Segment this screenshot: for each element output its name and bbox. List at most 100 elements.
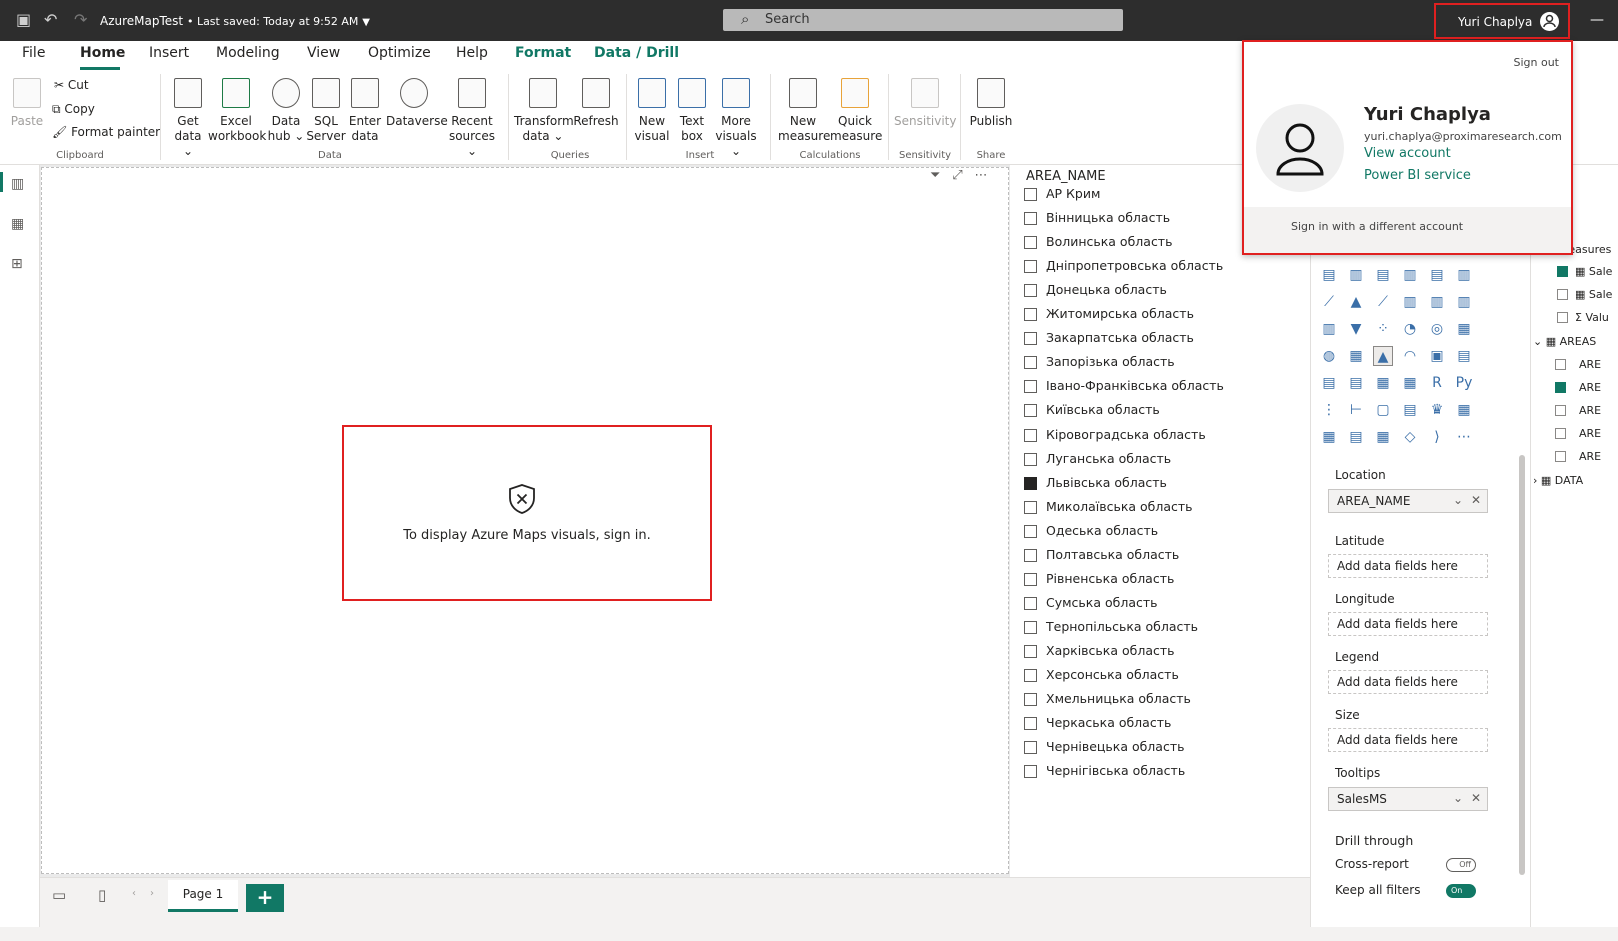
visual-type-icon[interactable]: ◔ bbox=[1400, 319, 1420, 339]
visual-type-icon[interactable]: ▤ bbox=[1346, 373, 1366, 393]
cut-button[interactable]: ✂ Cut bbox=[54, 78, 89, 92]
visual-type-icon[interactable]: ▤ bbox=[1319, 265, 1339, 285]
new-visual-button[interactable]: New visual bbox=[632, 78, 672, 144]
add-page-button[interactable]: + bbox=[246, 884, 284, 912]
visual-type-icon[interactable]: ▣ bbox=[1427, 346, 1447, 366]
tab-modeling[interactable]: Modeling bbox=[216, 45, 280, 61]
publish-button[interactable]: Publish bbox=[966, 78, 1016, 129]
checkbox[interactable] bbox=[1024, 188, 1037, 201]
checkbox[interactable] bbox=[1024, 548, 1037, 562]
checkbox[interactable] bbox=[1555, 405, 1566, 416]
minimize-button[interactable]: — bbox=[1590, 12, 1604, 28]
visual-type-icon[interactable]: ▥ bbox=[1319, 319, 1339, 339]
size-field[interactable]: Add data fields here bbox=[1328, 728, 1488, 752]
save-icon[interactable]: ▣ bbox=[16, 10, 31, 29]
close-icon[interactable]: ✕ bbox=[1471, 791, 1481, 805]
dataverse-button[interactable]: Dataverse bbox=[386, 78, 448, 129]
checkbox[interactable] bbox=[1024, 476, 1037, 490]
visual-type-icon[interactable]: ▥ bbox=[1454, 265, 1474, 285]
azure-map-visual[interactable]: To display Azure Maps visuals, sign in. bbox=[342, 425, 712, 601]
visual-type-icon[interactable]: ◠ bbox=[1400, 346, 1420, 366]
visual-type-icon[interactable]: ▦ bbox=[1346, 346, 1366, 366]
visual-type-icon[interactable]: ▼ bbox=[1346, 319, 1366, 339]
visual-type-icon[interactable]: ▦ bbox=[1373, 427, 1393, 447]
visual-type-icon[interactable]: ⟋ bbox=[1373, 292, 1393, 312]
checkbox[interactable] bbox=[1555, 359, 1566, 370]
chevron-down-icon[interactable]: ⌄ bbox=[1453, 493, 1463, 507]
checkbox[interactable] bbox=[1024, 356, 1037, 370]
more-options-icon[interactable]: ⋯ bbox=[974, 168, 987, 183]
visual-type-icon[interactable]: ▦ bbox=[1373, 373, 1393, 393]
visual-type-icon[interactable]: ▤ bbox=[1454, 346, 1474, 366]
get-data-button[interactable]: Get data ⌄ bbox=[168, 78, 208, 159]
location-field[interactable]: AREA_NAME ⌄ ✕ bbox=[1328, 489, 1488, 513]
field-value[interactable]: Valu bbox=[1585, 311, 1608, 324]
field-sales-2[interactable]: Sale bbox=[1589, 288, 1613, 301]
recent-sources-button[interactable]: Recent sources ⌄ bbox=[444, 78, 500, 159]
tab-home[interactable]: Home bbox=[80, 45, 125, 61]
field-sales-1[interactable]: Sale bbox=[1589, 265, 1613, 278]
close-icon[interactable]: ✕ bbox=[1471, 493, 1481, 507]
checkbox[interactable] bbox=[1024, 669, 1037, 682]
checkbox[interactable] bbox=[1024, 741, 1037, 755]
checkbox[interactable] bbox=[1024, 308, 1037, 322]
page-tab-1[interactable]: Page 1 bbox=[168, 880, 238, 912]
visual-type-icon[interactable]: ▥ bbox=[1454, 292, 1474, 312]
checkbox[interactable] bbox=[1024, 380, 1037, 394]
checkbox[interactable] bbox=[1024, 500, 1037, 514]
chevron-down-icon[interactable]: ⌄ bbox=[1453, 791, 1463, 805]
redo-icon[interactable]: ↷ bbox=[74, 10, 87, 29]
checkbox[interactable] bbox=[1024, 572, 1037, 586]
table-view-icon[interactable]: ▦ bbox=[11, 216, 29, 232]
tab-data-drill[interactable]: Data / Drill bbox=[594, 45, 679, 61]
account-button[interactable]: Yuri Chaplya bbox=[1434, 3, 1570, 39]
power-bi-service-link[interactable]: Power BI service bbox=[1364, 168, 1471, 183]
visual-type-icon[interactable]: ⁘ bbox=[1373, 319, 1393, 339]
scrollbar[interactable] bbox=[1519, 455, 1525, 875]
report-view-icon[interactable]: ▥ bbox=[11, 176, 29, 192]
text-box-button[interactable]: Text box bbox=[674, 78, 710, 144]
visual-type-icon[interactable]: ▤ bbox=[1346, 427, 1366, 447]
cross-report-toggle[interactable]: Off bbox=[1446, 858, 1476, 872]
checkbox[interactable] bbox=[1024, 596, 1037, 610]
tab-help[interactable]: Help bbox=[456, 45, 488, 61]
model-view-icon[interactable]: ⊞ bbox=[11, 256, 29, 272]
view-account-link[interactable]: View account bbox=[1364, 146, 1451, 161]
document-title[interactable]: AzureMapTest • Last saved: Today at 9:52… bbox=[100, 14, 370, 28]
field-area-2[interactable]: ARE bbox=[1579, 381, 1601, 394]
checkbox[interactable] bbox=[1024, 765, 1037, 779]
more-visuals-button[interactable]: More visuals ⌄ bbox=[712, 78, 760, 159]
format-painter-button[interactable]: 🖌 Format painter bbox=[52, 125, 160, 139]
copy-button[interactable]: ⧉ Copy bbox=[52, 102, 95, 117]
filter-icon[interactable]: ⏷ bbox=[930, 168, 940, 183]
transform-data-button[interactable]: Transform data ⌄ bbox=[514, 78, 574, 144]
checkbox[interactable] bbox=[1024, 693, 1037, 707]
checkbox[interactable] bbox=[1024, 212, 1037, 226]
visual-type-icon[interactable]: ♛ bbox=[1427, 400, 1447, 420]
visual-type-icon[interactable]: ◎ bbox=[1427, 319, 1447, 339]
visual-type-icon[interactable]: ▤ bbox=[1400, 400, 1420, 420]
checkbox[interactable] bbox=[1024, 428, 1037, 442]
checkbox[interactable] bbox=[1557, 289, 1568, 300]
data-hub-button[interactable]: Data hub ⌄ bbox=[266, 78, 306, 144]
checkbox[interactable] bbox=[1555, 451, 1566, 462]
sign-in-different-account-link[interactable]: Sign in with a different account bbox=[1291, 220, 1463, 233]
checkbox[interactable] bbox=[1024, 452, 1037, 466]
visual-type-icon[interactable]: ▥ bbox=[1400, 292, 1420, 312]
visual-type-icon[interactable]: Py bbox=[1454, 373, 1474, 393]
field-area-4[interactable]: ARE bbox=[1579, 427, 1601, 440]
visual-type-icon[interactable]: ◇ bbox=[1400, 427, 1420, 447]
latitude-field[interactable]: Add data fields here bbox=[1328, 554, 1488, 578]
paste-button[interactable]: Paste bbox=[10, 78, 44, 129]
visual-type-icon[interactable]: ▢ bbox=[1373, 400, 1393, 420]
tab-file[interactable]: File bbox=[22, 45, 45, 61]
tooltips-field[interactable]: SalesMS ⌄ ✕ bbox=[1328, 787, 1488, 811]
checkbox[interactable] bbox=[1024, 717, 1037, 731]
tab-optimize[interactable]: Optimize bbox=[368, 45, 431, 61]
tab-insert[interactable]: Insert bbox=[149, 45, 189, 61]
checkbox[interactable] bbox=[1557, 266, 1568, 277]
tab-view[interactable]: View bbox=[307, 45, 340, 61]
visual-type-icon[interactable]: ▦ bbox=[1454, 319, 1474, 339]
chevron-left-icon[interactable]: ‹ bbox=[132, 888, 136, 899]
checkbox[interactable] bbox=[1024, 644, 1037, 658]
